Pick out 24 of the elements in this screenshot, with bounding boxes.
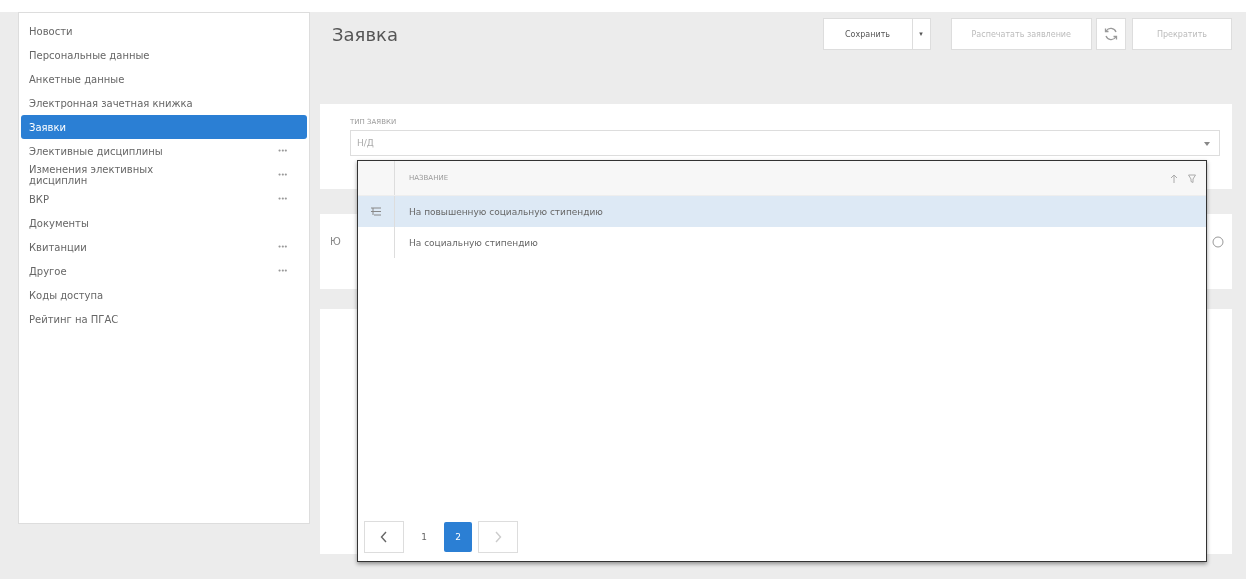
sidebar-item[interactable]: Анкетные данные <box>21 67 307 91</box>
list-row[interactable]: На социальную стипендию <box>358 227 1206 258</box>
chevron-right-icon <box>494 531 502 543</box>
filter-icon <box>1188 173 1196 183</box>
save-button[interactable]: Сохранить <box>822 18 913 50</box>
circle-icon <box>1212 236 1224 248</box>
sidebar-item[interactable]: Персональные данные <box>21 43 307 67</box>
sidebar-item[interactable]: Новости <box>21 19 307 43</box>
sidebar-item[interactable]: Коды доступа <box>21 283 307 307</box>
previous-page-button[interactable] <box>364 521 404 553</box>
page-link[interactable]: 1 <box>410 522 438 552</box>
refresh-icon <box>1103 26 1119 42</box>
sidebar-item[interactable]: Заявки <box>21 115 307 139</box>
page-link[interactable]: 2 <box>444 522 472 552</box>
card-text: Ю <box>330 236 341 247</box>
refresh-button[interactable] <box>1096 18 1126 50</box>
sort-arrow-icon <box>1170 173 1178 183</box>
chevron-left-icon <box>380 531 388 543</box>
list-row[interactable]: На повышенную социальную стипендию <box>358 196 1206 227</box>
sidebar-item[interactable]: Документы <box>21 211 307 235</box>
sidebar-item[interactable]: Рейтинг на ПГАС <box>21 307 307 331</box>
page-title: Заявка <box>331 23 399 45</box>
sidebar-item[interactable]: Электронная зачетная книжка <box>21 91 307 115</box>
tree-icon <box>371 207 381 216</box>
